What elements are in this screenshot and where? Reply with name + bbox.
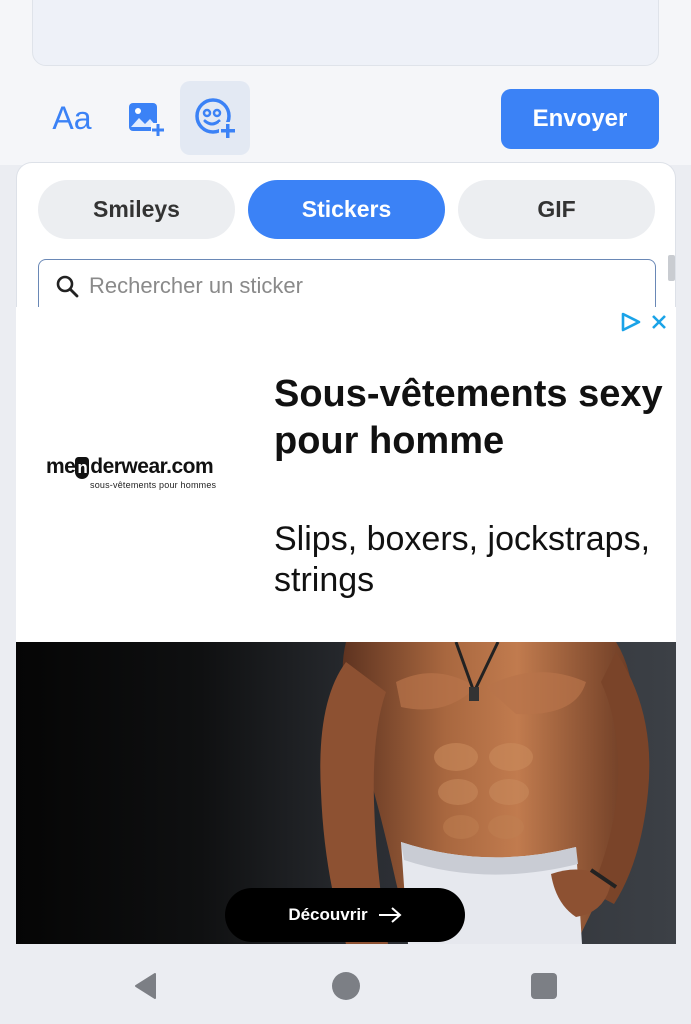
back-button[interactable] — [128, 968, 164, 1004]
message-input[interactable] — [32, 0, 659, 66]
discover-button[interactable]: Découvrir — [225, 888, 465, 942]
close-icon[interactable] — [650, 313, 668, 331]
font-icon: Aa — [52, 99, 92, 136]
system-navigation-bar — [0, 944, 691, 1024]
ad-choices[interactable] — [620, 311, 668, 333]
brand-logo: me n derwear.com sous-vêtements pour homme… — [46, 455, 236, 490]
advertisement[interactable]: me n derwear.com sous-vêtements pour homme… — [16, 307, 676, 944]
brand-tagline: sous-vêtements pour hommes — [90, 480, 217, 490]
picker-scrollbar[interactable] — [668, 255, 675, 281]
recents-icon — [531, 973, 557, 999]
discover-label: Découvrir — [288, 905, 368, 924]
brand-suffix: derwear.com — [90, 455, 214, 478]
sticker-search-field[interactable] — [38, 259, 656, 311]
tab-gif[interactable]: GIF — [458, 180, 655, 239]
image-add-icon — [129, 103, 165, 137]
ad-subtext: Slips, boxers, jockstraps, strings — [274, 520, 651, 599]
tab-stickers[interactable]: Stickers — [248, 180, 445, 239]
search-icon — [56, 275, 79, 297]
arrow-right-icon — [378, 907, 402, 923]
brand-prefix: me — [46, 455, 76, 478]
tab-smileys[interactable]: Smileys — [38, 180, 235, 239]
message-composer: Aa Envoyer — [0, 0, 691, 165]
sticker-button[interactable] — [180, 81, 250, 155]
font-tool-button[interactable]: Aa — [40, 81, 104, 155]
send-button[interactable]: Envoyer — [501, 89, 659, 149]
recents-button[interactable] — [526, 968, 562, 1004]
sticker-add-icon — [195, 98, 237, 140]
sticker-search-input[interactable] — [89, 272, 629, 299]
brand-box-letter: n — [75, 457, 90, 479]
ad-headline: Sous-vêtements sexy pour homme — [274, 373, 663, 462]
adchoices-icon[interactable] — [620, 311, 642, 333]
add-image-button[interactable] — [114, 81, 178, 155]
home-button[interactable] — [328, 968, 364, 1004]
home-icon — [332, 972, 360, 1000]
emoji-picker-panel: Smileys Stickers GIF — [16, 162, 676, 311]
back-icon — [135, 973, 156, 999]
